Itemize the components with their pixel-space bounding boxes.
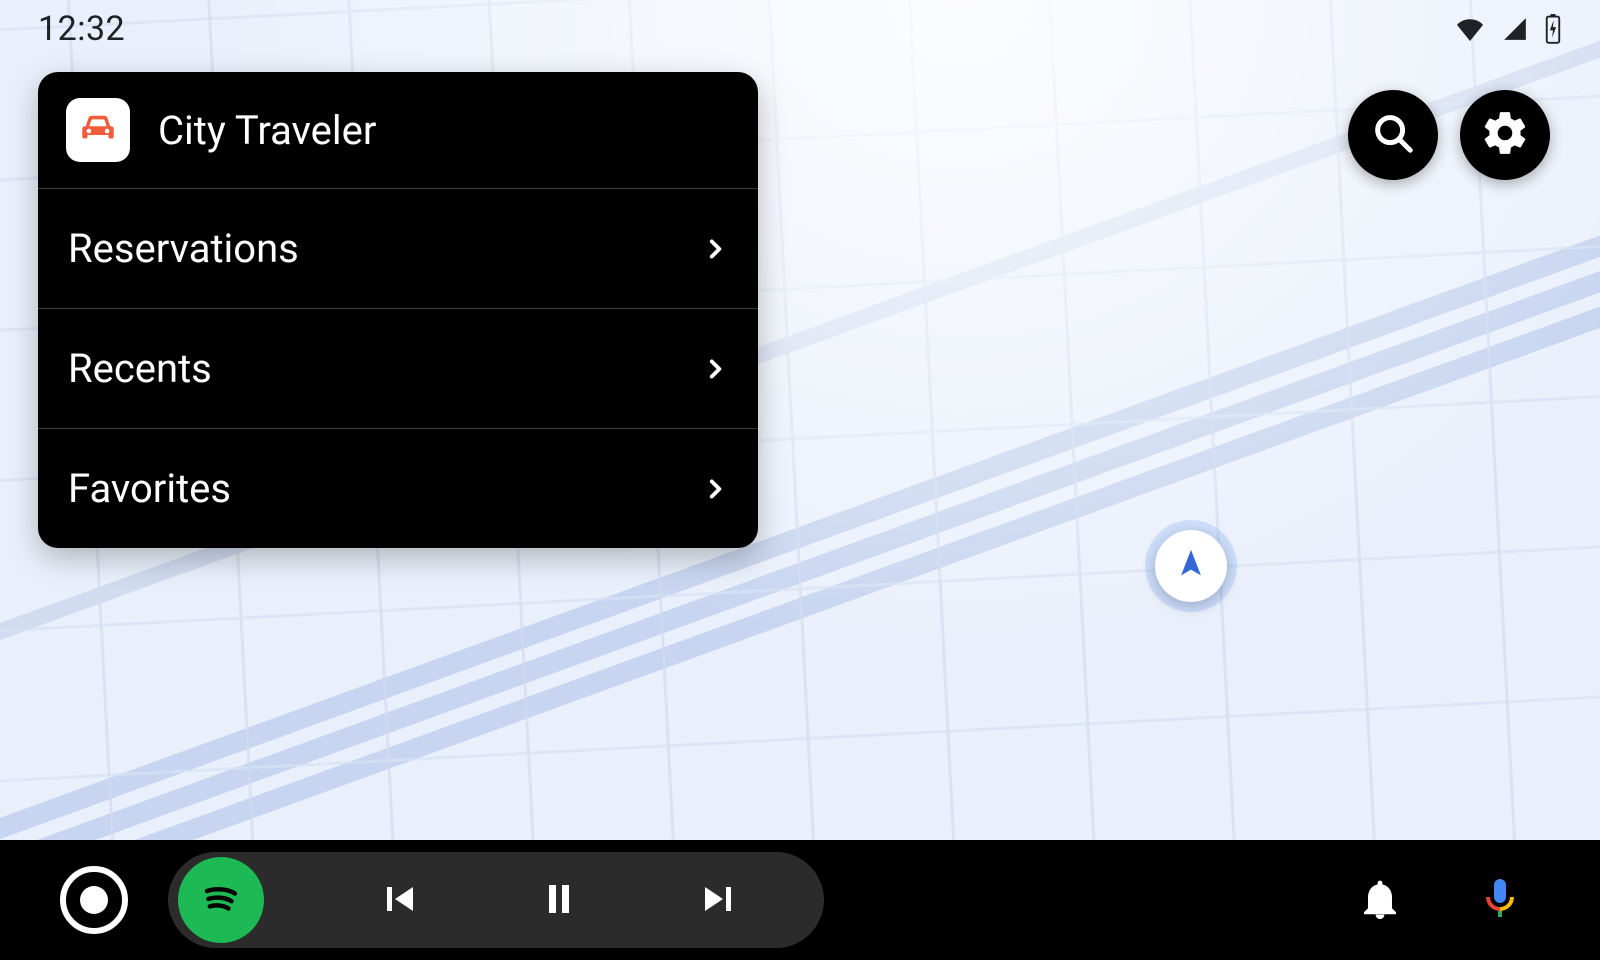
assistant-mic-button[interactable] <box>1460 860 1540 940</box>
settings-button[interactable] <box>1460 90 1550 180</box>
media-app-badge[interactable] <box>178 857 264 943</box>
wifi-icon <box>1454 16 1486 42</box>
skip-next-icon <box>695 875 743 926</box>
menu-item-label: Favorites <box>68 465 231 512</box>
menu-item-recents[interactable]: Recents <box>38 308 758 428</box>
spotify-icon <box>193 870 249 930</box>
car-icon <box>77 107 119 153</box>
play-pause-button[interactable] <box>524 865 594 935</box>
launcher-button[interactable] <box>60 866 128 934</box>
app-title: City Traveler <box>158 107 376 154</box>
battery-charging-icon <box>1544 14 1562 44</box>
menu-item-label: Reservations <box>68 225 299 272</box>
chevron-right-icon <box>702 345 728 392</box>
skip-previous-icon <box>375 875 423 926</box>
status-time: 12:32 <box>38 9 125 49</box>
status-bar: 12:32 <box>0 0 1600 58</box>
pause-icon <box>535 875 583 926</box>
menu-item-label: Recents <box>68 345 212 392</box>
chevron-right-icon <box>702 465 728 512</box>
panel-header: City Traveler <box>38 72 758 188</box>
bell-icon <box>1356 875 1404 926</box>
side-panel: City Traveler Reservations Recents Favor… <box>38 72 758 548</box>
menu-item-favorites[interactable]: Favorites <box>38 428 758 548</box>
assistant-mic-icon <box>1476 875 1524 926</box>
app-icon <box>66 98 130 162</box>
menu-item-reservations[interactable]: Reservations <box>38 188 758 308</box>
bottom-nav-bar <box>0 840 1600 960</box>
fab-row <box>1348 90 1550 180</box>
navigation-arrow-icon <box>1174 547 1208 585</box>
chevron-right-icon <box>702 225 728 272</box>
previous-track-button[interactable] <box>364 865 434 935</box>
status-icons <box>1454 14 1562 44</box>
gear-icon <box>1480 108 1530 162</box>
media-controls <box>168 852 824 948</box>
search-button[interactable] <box>1348 90 1438 180</box>
cellular-icon <box>1500 16 1530 42</box>
search-icon <box>1370 110 1416 160</box>
current-location-puck[interactable] <box>1155 530 1227 602</box>
notifications-button[interactable] <box>1340 860 1420 940</box>
next-track-button[interactable] <box>684 865 754 935</box>
